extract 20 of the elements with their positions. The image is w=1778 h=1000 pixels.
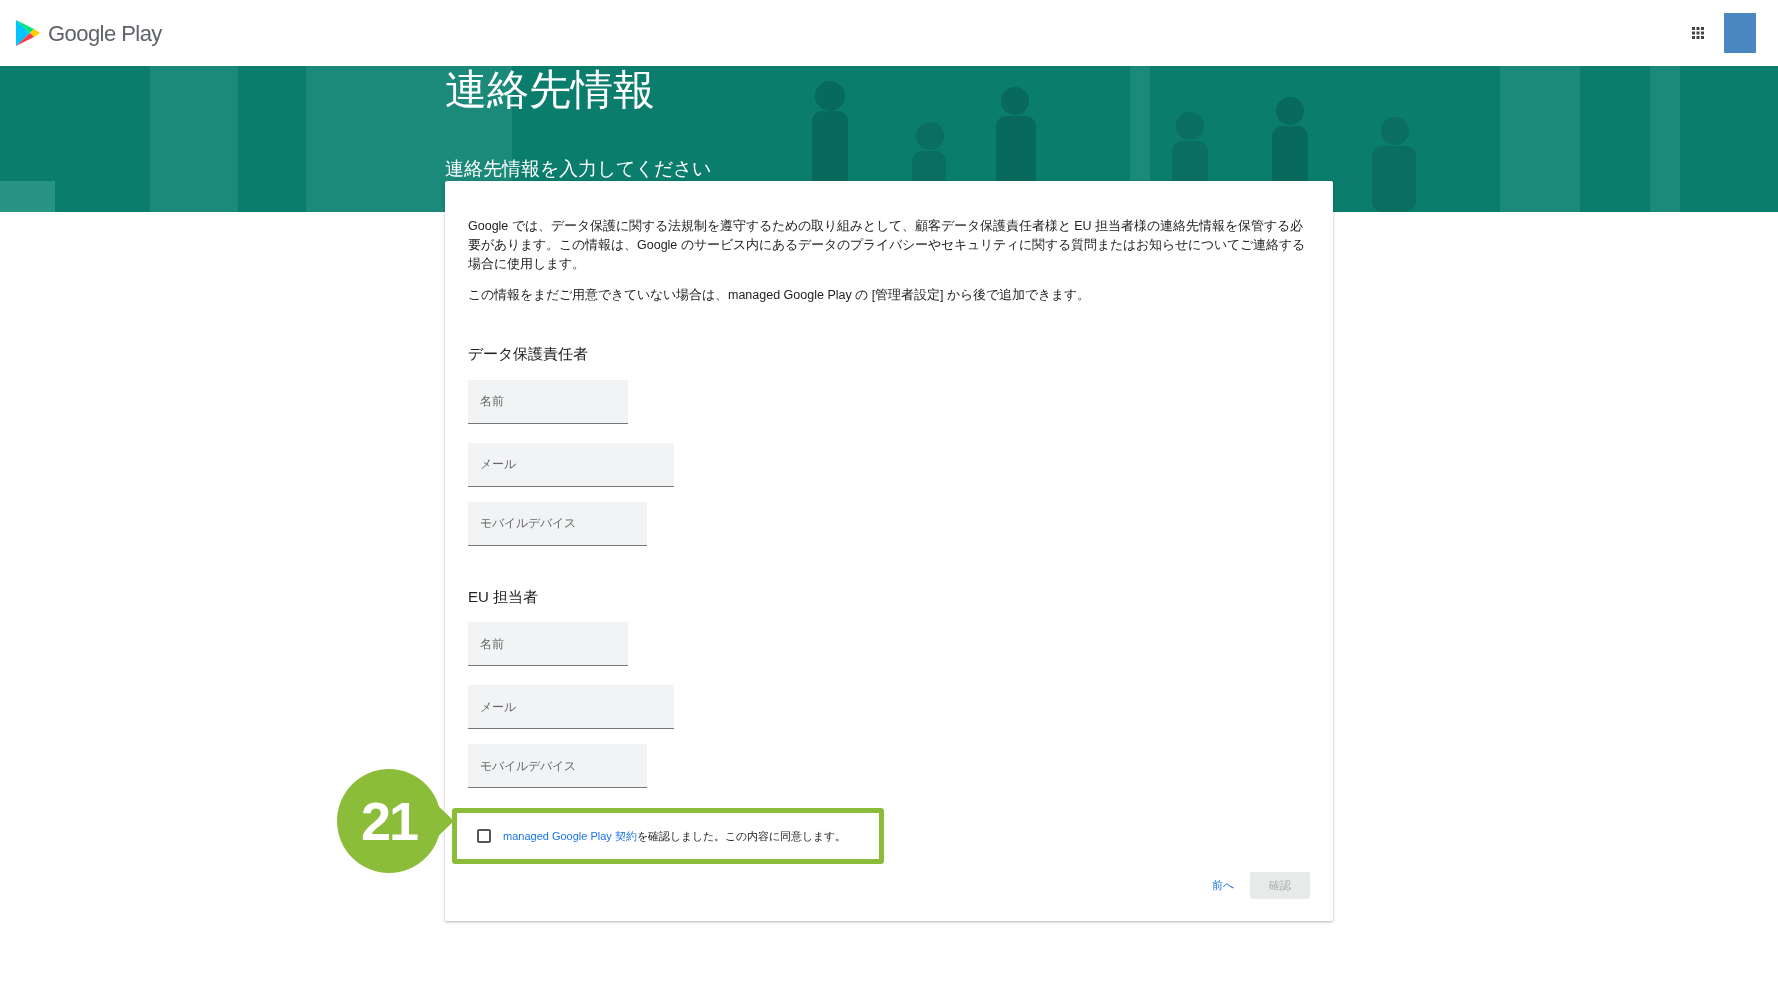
section-heading: EU 担当者	[468, 586, 539, 607]
input-field[interactable]: モバイルデバイス	[468, 744, 647, 788]
callout-badge: 21	[337, 769, 441, 873]
agreement-link[interactable]: managed Google Play 契約	[503, 829, 637, 842]
page-title: 連絡先情報	[445, 66, 656, 114]
logo-text: Google Play	[48, 19, 162, 48]
input-field[interactable]: 名前	[468, 379, 628, 424]
input-field[interactable]: 名前	[468, 622, 628, 666]
apps-grid-icon[interactable]	[1692, 27, 1704, 39]
page-subtitle: 連絡先情報を入力してください	[445, 157, 712, 181]
agreement-text: managed Google Play 契約を確認しました。この内容に同意します。	[503, 828, 846, 844]
back-link[interactable]: 前へ	[1210, 877, 1236, 894]
input-field[interactable]: メール	[468, 442, 674, 487]
input-field[interactable]: モバイルデバイス	[468, 501, 647, 546]
intro-paragraph: この情報をまだご用意できていない場合は、managed Google Play の [管理者設定] から後で追加できます。	[468, 287, 1092, 304]
checkbox[interactable]	[477, 829, 491, 843]
input-field[interactable]: メール	[468, 685, 674, 729]
intro-paragraph: Google では、データ保護に関する法規制を遵守するための取り組みとして、顧客データ保護責任者様と EU 担当者様の連絡先情報を保管する必要があります。この情報は、Google のサービス内にあるデータのプライバシーやセキュリティに関する質問またはお知らせについてご連絡する場合に使用します。	[468, 218, 1306, 273]
section-heading: データ保護責任者	[468, 344, 589, 364]
play-logo-icon	[14, 19, 42, 47]
